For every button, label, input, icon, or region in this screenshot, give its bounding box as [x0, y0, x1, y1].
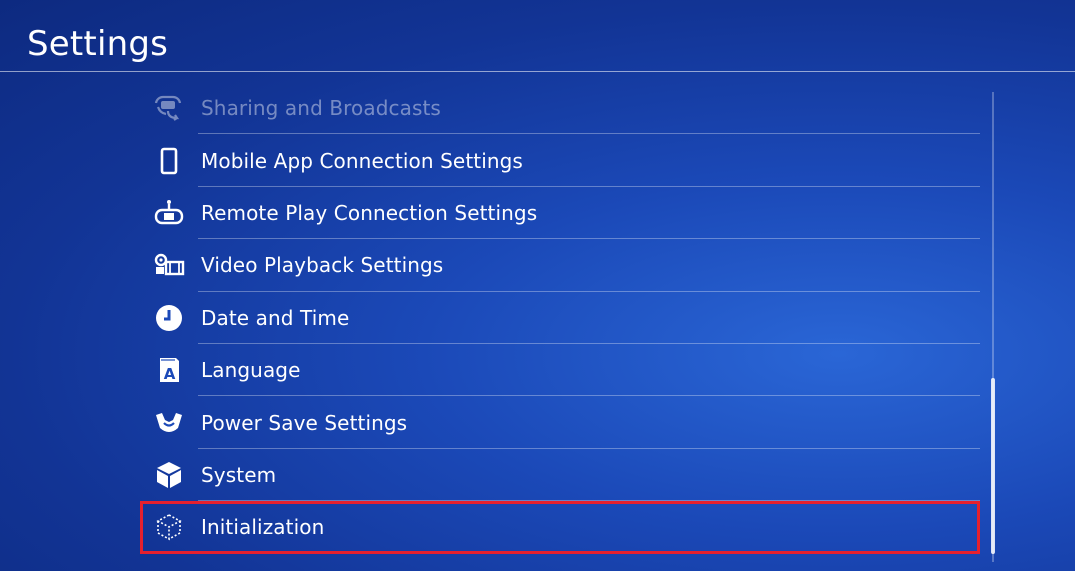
initialization-icon: [152, 510, 186, 544]
menu-item-remote-play-connection[interactable]: Remote Play Connection Settings: [140, 187, 980, 240]
menu-item-initialization[interactable]: Initialization: [140, 501, 980, 554]
scrollbar-thumb[interactable]: [991, 378, 995, 554]
menu-item-label: Remote Play Connection Settings: [201, 200, 538, 225]
menu-item-label: Video Playback Settings: [201, 253, 444, 278]
menu-item-language[interactable]: A Language: [140, 344, 980, 397]
menu-item-label: Date and Time: [201, 305, 350, 330]
sharing-icon: [152, 91, 186, 125]
settings-menu-list: Sharing and Broadcasts Mobile App Connec…: [140, 82, 980, 554]
header-divider: [0, 71, 1075, 72]
menu-item-label: Sharing and Broadcasts: [201, 96, 441, 121]
power-save-icon: [152, 406, 186, 440]
menu-item-label: Mobile App Connection Settings: [201, 148, 523, 173]
menu-item-mobile-app-connection[interactable]: Mobile App Connection Settings: [140, 134, 980, 187]
language-icon: A: [152, 353, 186, 387]
menu-item-label: System: [201, 462, 277, 487]
mobile-phone-icon: [152, 144, 186, 178]
menu-item-label: Power Save Settings: [201, 410, 408, 435]
header: Settings: [0, 0, 1075, 72]
menu-item-video-playback[interactable]: Video Playback Settings: [140, 239, 980, 292]
page-title: Settings: [27, 24, 169, 64]
menu-item-label: Initialization: [201, 515, 325, 540]
menu-item-date-and-time[interactable]: Date and Time: [140, 292, 980, 344]
menu-item-sharing-and-broadcasts[interactable]: Sharing and Broadcasts: [140, 82, 980, 135]
menu-item-system[interactable]: System: [140, 449, 980, 502]
clock-icon: [152, 301, 186, 335]
menu-item-power-save[interactable]: Power Save Settings: [140, 396, 980, 449]
svg-text:A: A: [164, 365, 176, 383]
video-playback-icon: [152, 248, 186, 282]
menu-item-label: Language: [201, 358, 301, 383]
system-cube-icon: [152, 458, 186, 492]
remote-play-icon: [152, 196, 186, 230]
